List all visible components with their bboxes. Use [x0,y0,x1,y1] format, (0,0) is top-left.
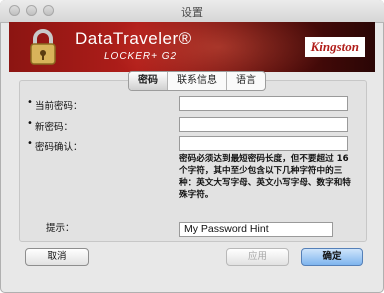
product-model: LOCKER+ G2 [104,51,178,62]
required-bullet: • [27,118,33,129]
confirm-password-label: 密码确认： [35,142,83,153]
new-password-field[interactable] [179,117,348,132]
padlock-icon [30,29,56,65]
settings-tabs: 密码 联系信息 语言 [128,71,266,91]
required-bullet: • [27,138,33,149]
confirm-password-field[interactable] [179,136,348,151]
title-bar: 设置 [0,0,384,23]
window-title: 设置 [181,6,203,19]
tab-language[interactable]: 语言 [227,72,265,90]
current-password-label: 当前密码： [35,101,83,112]
product-name: DataTraveler® [75,29,192,48]
apply-button[interactable]: 应用 [226,248,289,266]
kingston-logo: Kingston [304,37,365,57]
tab-contact-info[interactable]: 联系信息 [168,72,227,90]
product-banner: DataTraveler® LOCKER+ G2 Kingston [9,22,375,72]
current-password-field[interactable] [179,96,348,111]
tab-password[interactable]: 密码 [129,72,168,90]
cancel-button[interactable]: 取消 [25,248,89,266]
password-requirements-text: 密码必须达到最短密码长度，但不要超过 16 个字符，其中至少包含以下几种字符中的… [179,154,351,200]
settings-window: 设置 DataTraveler® LOCKER+ G2 Kingston 密码 … [0,0,384,293]
hint-label: 提示： [46,223,75,234]
required-bullet: • [27,97,33,108]
password-hint-field[interactable]: My Password Hint [179,222,333,237]
ok-button[interactable]: 确定 [301,248,363,266]
new-password-label: 新密码： [35,122,74,133]
